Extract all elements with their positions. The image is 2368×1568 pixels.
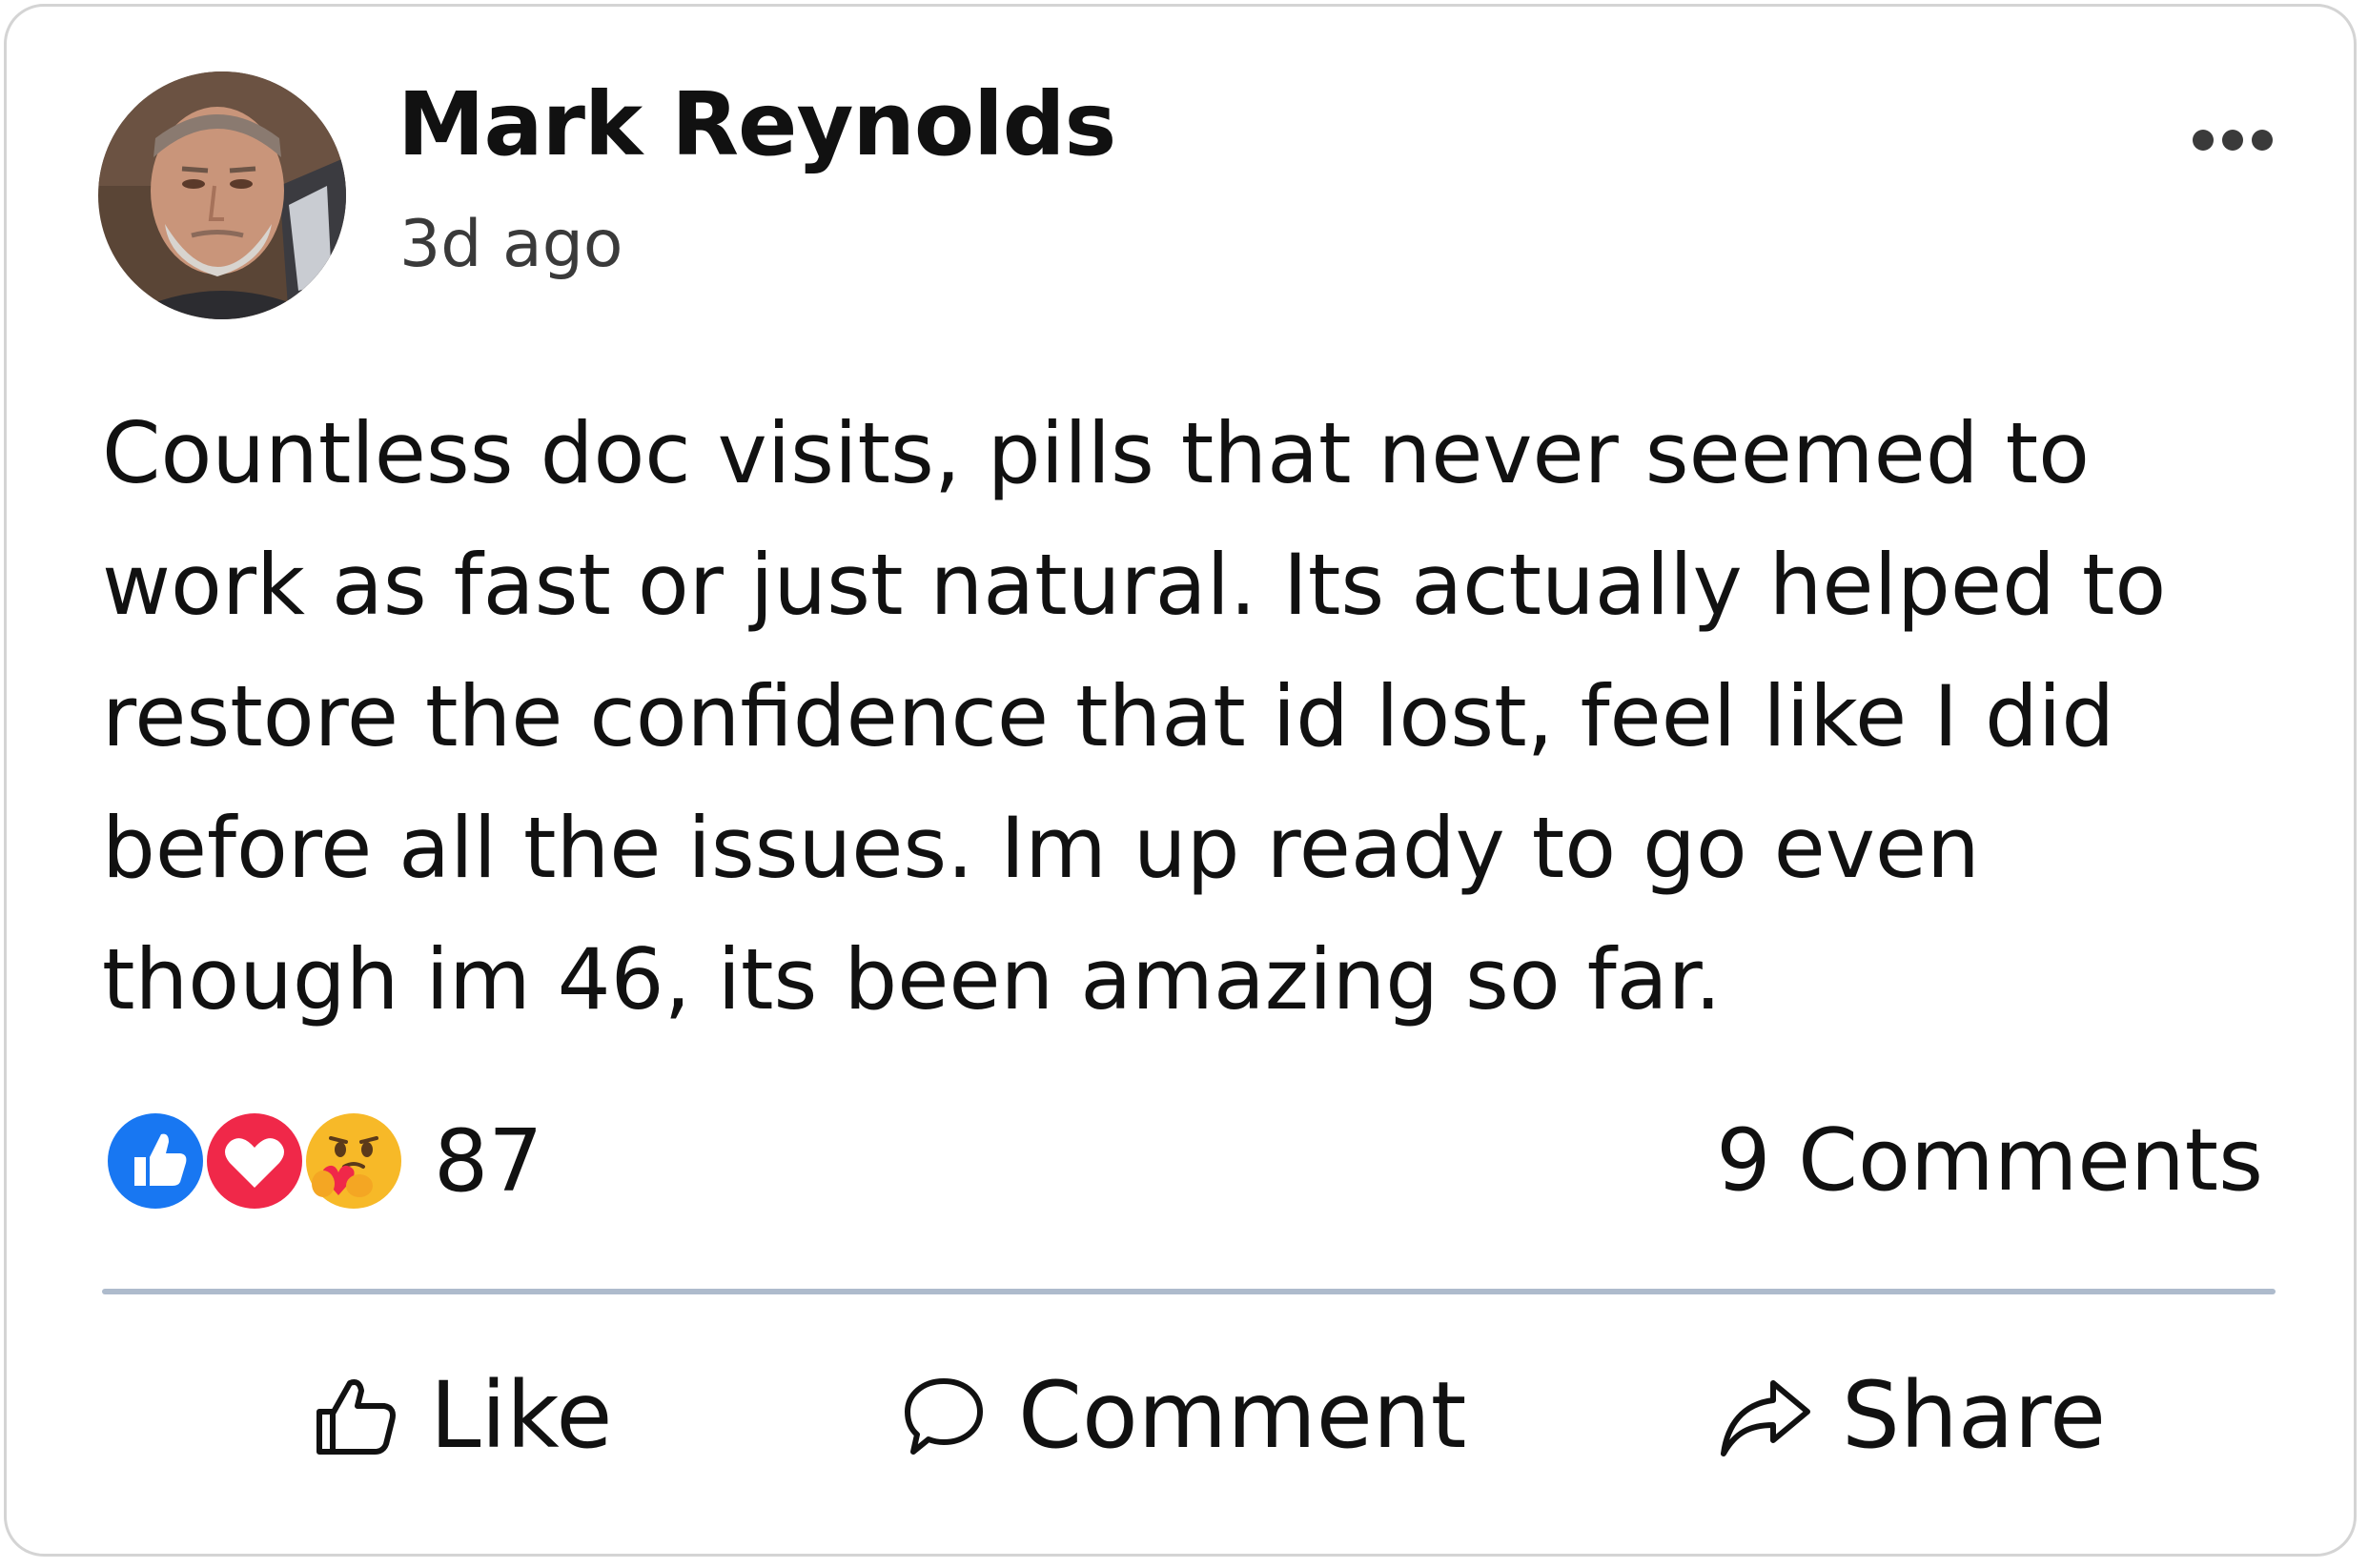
like-button[interactable]: Like <box>310 1349 612 1482</box>
post-card: Mark Reynolds 3d ago Countless doc visit… <box>4 4 2357 1557</box>
avatar-photo <box>98 71 346 319</box>
like-label: Like <box>430 1362 613 1469</box>
divider <box>102 1289 2276 1294</box>
care-reaction-icon <box>302 1110 405 1212</box>
post-timestamp[interactable]: 3d ago <box>399 207 623 282</box>
comment-label: Comment <box>1018 1362 1467 1469</box>
share-arrow-icon <box>1721 1380 1810 1456</box>
comments-count[interactable]: 9 Comments <box>1716 1110 2263 1211</box>
reaction-count[interactable]: 87 <box>434 1111 543 1212</box>
reactions-summary[interactable]: 87 <box>102 1108 543 1214</box>
share-button[interactable]: Share <box>1718 1349 2106 1482</box>
speech-bubble-icon <box>905 1378 983 1455</box>
author-name[interactable]: Mark Reynolds <box>398 73 1116 175</box>
post-text: Countless doc visits, pills that never s… <box>102 404 2167 1028</box>
more-options-icon[interactable] <box>2180 112 2285 169</box>
like-reaction-icon <box>104 1110 207 1212</box>
author-avatar[interactable] <box>98 71 346 319</box>
thumbs-up-icon <box>316 1379 396 1455</box>
love-reaction-icon <box>203 1110 306 1212</box>
share-label: Share <box>1842 1362 2107 1469</box>
comment-button[interactable]: Comment <box>898 1349 1466 1482</box>
